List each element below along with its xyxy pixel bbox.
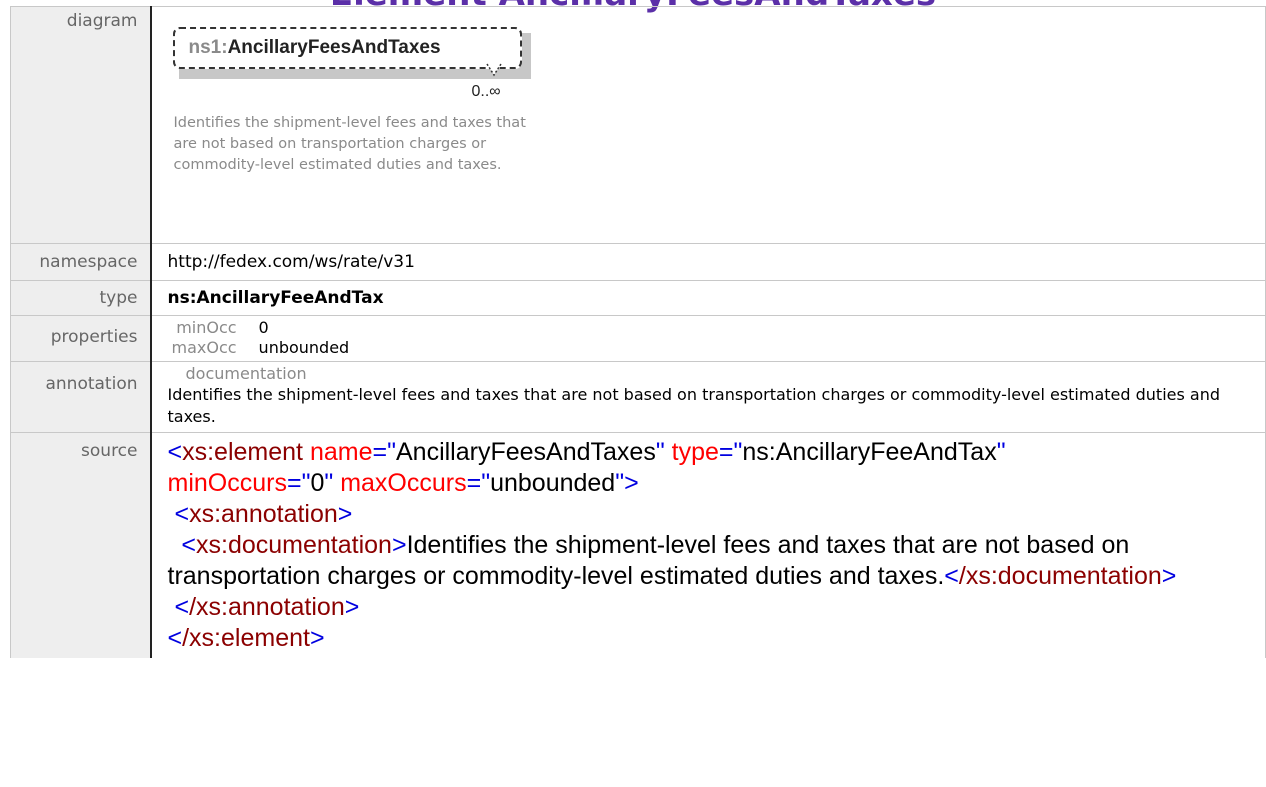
row-label-type: type [10,280,151,316]
property-value: 0 [258,318,269,337]
source-attr-value: AncillaryFeesAndTaxes [395,438,656,466]
source-line: <xs:element name="AncillaryFeesAndTaxes"… [167,438,1006,497]
source-tag: xs:element [182,438,303,466]
row-value-type[interactable]: ns:AncillaryFeeAndTax [149,280,1266,316]
source-attr-name: type [671,438,719,466]
row-label-diagram: diagram [10,6,151,244]
source-attr-name: name [309,438,373,466]
source-tag: /xs:element [182,624,310,652]
source-code: <xs:element name="AncillaryFeesAndTaxes"… [168,433,1266,658]
source-line: </xs:annotation> [174,593,360,621]
row-label-source: source [10,432,151,658]
annotation-title: documentation [185,364,307,383]
source-attr-value: ns:AncillaryFeeAndTax [742,438,997,466]
row-type: type ns:AncillaryFeeAndTax [10,280,1266,316]
row-value-diagram: ns1:AncillaryFeesAndTaxes 0..∞ Identifie… [149,6,1266,244]
source-tag: xs:documentation [196,531,392,559]
source-line: <xs:documentation>Identifies the shipmen… [167,531,1177,590]
diagram-connector-icon [485,63,502,77]
row-value-namespace: http://fedex.com/ws/rate/v31 [149,243,1266,281]
diagram-occurrence: 0..∞ [471,83,501,100]
row-label-namespace: namespace [10,243,151,281]
source-attr-value: unbounded [490,469,616,497]
row-label-properties: properties [10,315,151,362]
row-properties: properties minOcc 0 maxOcc unbounded [10,315,1266,362]
source-tag: /xs:documentation [958,562,1162,590]
row-source: source <xs:element name="AncillaryFeesAn… [10,432,1266,658]
row-namespace: namespace http://fedex.com/ws/rate/v31 [10,243,1266,281]
row-value-source: <xs:element name="AncillaryFeesAndTaxes"… [149,432,1266,658]
source-attr-name: maxOccurs [340,469,467,497]
source-attr-name: minOccurs [167,469,287,497]
diagram-prefix: ns1: [188,37,228,58]
property-value: unbounded [258,338,350,357]
property-key: minOcc [176,318,237,337]
row-value-properties: minOcc 0 maxOcc unbounded [149,315,1266,362]
source-line: <xs:annotation> [174,500,353,528]
row-label-annotation: annotation [10,361,151,433]
source-tag: /xs:annotation [189,593,345,621]
row-diagram: diagram ns1:AncillaryFeesAndTaxes 0..∞ I… [10,6,1266,244]
element-doc-table: diagram ns1:AncillaryFeesAndTaxes 0..∞ I… [10,6,1266,658]
source-tag: xs:annotation [189,500,338,528]
source-attr-value: 0 [310,469,325,497]
row-annotation: annotation documentation Identifies the … [10,361,1266,433]
diagram-element-name: AncillaryFeesAndTaxes [227,37,441,58]
property-key: maxOcc [171,338,237,357]
diagram-element-box[interactable]: ns1:AncillaryFeesAndTaxes [172,27,522,69]
annotation-text: Identifies the shipment-level fees and t… [167,385,1221,426]
row-value-annotation: documentation Identifies the shipment-le… [149,361,1266,433]
element-diagram: ns1:AncillaryFeesAndTaxes 0..∞ Identifie… [152,7,1266,227]
properties-list: minOcc 0 maxOcc unbounded [172,318,1266,358]
source-line: </xs:element> [167,624,325,652]
diagram-documentation: Identifies the shipment-level fees and t… [173,115,526,173]
